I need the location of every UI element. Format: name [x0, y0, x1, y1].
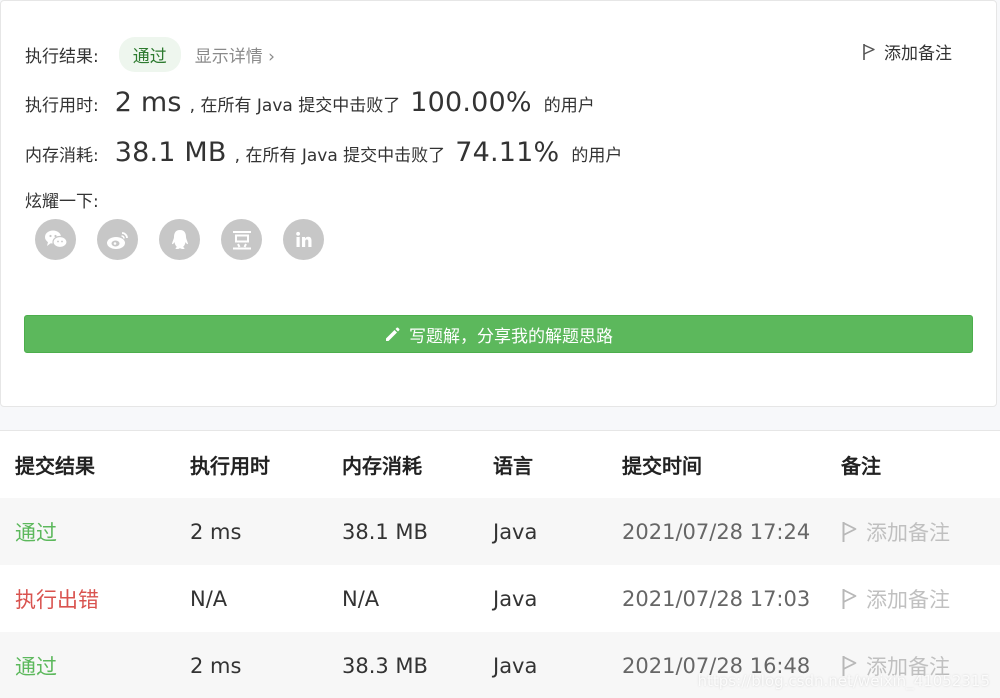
share-row-label: 炫耀一下:: [25, 187, 99, 212]
runtime-row: 执行用时: 2 ms , 在所有 Java 提交中击败了 100.00% 的用户: [25, 87, 605, 118]
header-submit-time: 提交时间: [622, 454, 702, 478]
linkedin-icon: [295, 231, 311, 247]
memory-percent: 74.11%: [455, 137, 560, 168]
row-add-note-button[interactable]: 添加备注: [841, 565, 950, 632]
douban-icon: [232, 230, 251, 249]
row-language: Java: [493, 653, 538, 678]
weibo-icon: [106, 231, 128, 249]
write-solution-button[interactable]: 写题解，分享我的解题思路: [24, 315, 973, 353]
linkedin-share-button[interactable]: [283, 219, 324, 260]
pencil-icon: [386, 327, 400, 341]
row-memory: N/A: [342, 586, 380, 611]
memory-value: 38.1 MB: [114, 137, 227, 168]
qq-icon: [171, 229, 188, 249]
submission-status-link[interactable]: 通过: [15, 632, 57, 698]
header-status: 提交结果: [15, 454, 95, 478]
result-card: 执行结果: 通过 显示详情 › 添加备注 执行用时: 2 ms , 在所有 Ja…: [0, 0, 997, 407]
write-solution-label: 写题解，分享我的解题思路: [409, 326, 613, 347]
memory-suffix: 的用户: [571, 146, 623, 166]
table-row: 通过 2 ms 38.1 MB Java 2021/07/28 17:24 添加…: [0, 498, 1000, 565]
memory-row: 内存消耗: 38.1 MB , 在所有 Java 提交中击败了 74.11% 的…: [25, 137, 632, 168]
row-runtime: 2 ms: [190, 519, 242, 544]
watermark: https://blog.csdn.net/weixin_41052315: [697, 672, 990, 690]
flag-icon: [842, 588, 857, 609]
header-runtime: 执行用时: [190, 454, 270, 478]
submission-status-link[interactable]: 通过: [15, 498, 57, 565]
row-submit-time: 2021/07/28 17:03: [622, 586, 811, 611]
weibo-share-button[interactable]: [97, 219, 138, 260]
table-row: 执行出错 N/A N/A Java 2021/07/28 17:03 添加备注: [0, 565, 1000, 632]
share-label: 炫耀一下:: [25, 192, 99, 212]
result-row: 执行结果: 通过 显示详情 ›: [25, 37, 275, 72]
row-language: Java: [493, 586, 538, 611]
submissions-table: 提交结果 执行用时 内存消耗 语言 提交时间 备注 通过 2 ms 38.1 M…: [0, 430, 1000, 698]
runtime-suffix: 的用户: [543, 96, 595, 116]
memory-beat-text: , 在所有 Java 提交中击败了: [234, 146, 446, 166]
submission-status-link[interactable]: 执行出错: [15, 565, 99, 632]
share-buttons: [35, 219, 324, 260]
memory-label: 内存消耗:: [25, 146, 99, 166]
runtime-beat-text: , 在所有 Java 提交中击败了: [189, 96, 401, 116]
row-memory: 38.3 MB: [342, 653, 428, 678]
runtime-percent: 100.00%: [410, 87, 532, 118]
row-note-label: 添加备注: [866, 587, 950, 612]
header-language: 语言: [493, 454, 533, 478]
wechat-icon: [44, 230, 68, 248]
wechat-share-button[interactable]: [35, 219, 76, 260]
row-memory: 38.1 MB: [342, 519, 428, 544]
flag-icon: [842, 521, 857, 542]
row-language: Java: [493, 519, 538, 544]
add-note-label: 添加备注: [884, 44, 952, 64]
header-note: 备注: [841, 454, 881, 478]
runtime-label: 执行用时:: [25, 96, 99, 116]
row-runtime: N/A: [190, 586, 228, 611]
table-header: 提交结果 执行用时 内存消耗 语言 提交时间 备注: [0, 431, 1000, 498]
row-runtime: 2 ms: [190, 653, 242, 678]
show-details-link[interactable]: 显示详情 ›: [195, 42, 275, 67]
qq-share-button[interactable]: [159, 219, 200, 260]
row-note-label: 添加备注: [866, 520, 950, 545]
row-submit-time: 2021/07/28 17:24: [622, 519, 811, 544]
status-badge: 通过: [118, 37, 181, 72]
flag-icon: [863, 43, 875, 60]
add-note-button[interactable]: 添加备注: [862, 39, 952, 64]
result-label: 执行结果:: [25, 47, 99, 67]
runtime-value: 2 ms: [114, 87, 182, 118]
row-add-note-button[interactable]: 添加备注: [841, 498, 950, 565]
header-memory: 内存消耗: [342, 454, 422, 478]
douban-share-button[interactable]: [221, 219, 262, 260]
